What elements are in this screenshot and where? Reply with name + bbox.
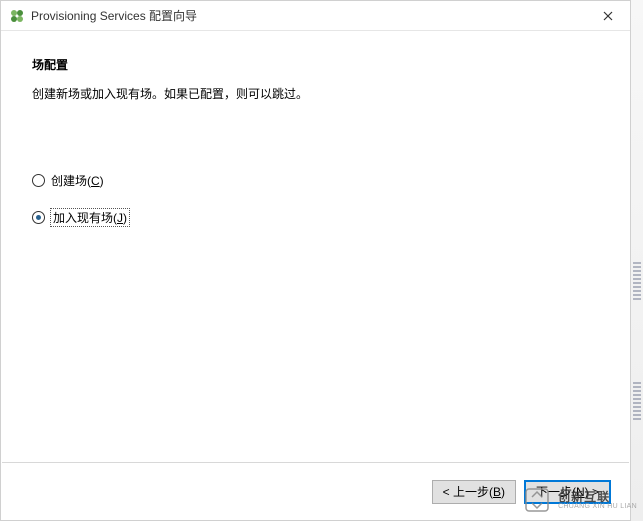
radio-icon bbox=[32, 174, 45, 187]
close-button[interactable] bbox=[585, 1, 630, 30]
back-button-label: < 上一步(B) bbox=[443, 483, 505, 500]
window-title: Provisioning Services 配置向导 bbox=[31, 7, 197, 24]
watermark-cn: 创新互联 bbox=[558, 491, 637, 503]
wizard-window: Provisioning Services 配置向导 场配置 创建新场或加入现有… bbox=[0, 0, 631, 521]
content-area: 场配置 创建新场或加入现有场。如果已配置，则可以跳过。 创建场(C) 加入现有场… bbox=[2, 32, 629, 460]
watermark-text: 创新互联 CHUANG XIN HU LIAN bbox=[558, 491, 637, 510]
radio-join-label: 加入现有场(J) bbox=[51, 209, 129, 226]
titlebar: Provisioning Services 配置向导 bbox=[1, 1, 630, 31]
watermark-en: CHUANG XIN HU LIAN bbox=[558, 503, 637, 510]
close-icon bbox=[603, 8, 613, 24]
back-button[interactable]: < 上一步(B) bbox=[432, 480, 516, 504]
watermark-logo-icon bbox=[522, 485, 552, 515]
radio-icon bbox=[32, 211, 45, 224]
right-edge-decoration bbox=[631, 0, 643, 521]
radio-create-label: 创建场(C) bbox=[51, 172, 104, 189]
app-icon bbox=[9, 8, 25, 24]
page-description: 创建新场或加入现有场。如果已配置，则可以跳过。 bbox=[32, 85, 599, 102]
radio-join-farm[interactable]: 加入现有场(J) bbox=[32, 209, 599, 226]
page-heading: 场配置 bbox=[32, 56, 599, 73]
watermark: 创新互联 CHUANG XIN HU LIAN bbox=[522, 485, 637, 515]
radio-create-farm[interactable]: 创建场(C) bbox=[32, 172, 599, 189]
